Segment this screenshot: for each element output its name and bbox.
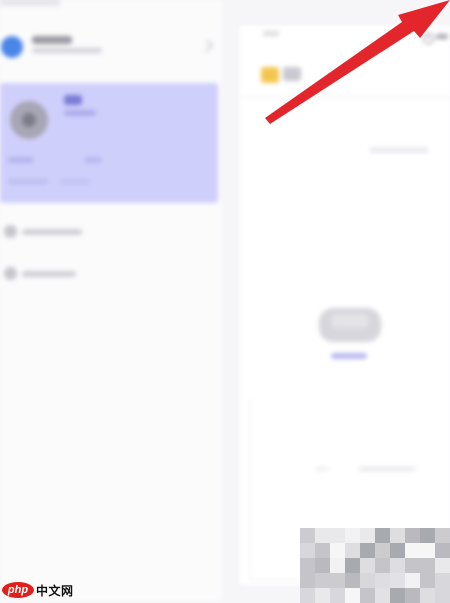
chevron-right-icon bbox=[200, 39, 214, 53]
mosaic-tile bbox=[315, 543, 330, 558]
mosaic-tile bbox=[405, 573, 420, 588]
tools-row[interactable] bbox=[369, 147, 429, 153]
menu-item-label bbox=[22, 271, 76, 277]
mosaic-tile bbox=[420, 558, 435, 573]
card-subtitle bbox=[64, 110, 96, 116]
card-footer-a bbox=[8, 179, 48, 184]
account-avatar bbox=[1, 36, 23, 58]
blurred-screenshot bbox=[0, 0, 450, 601]
mosaic-tile bbox=[435, 528, 450, 543]
history-label[interactable] bbox=[436, 34, 448, 39]
folder-icon bbox=[261, 67, 279, 83]
watermark: php 中文网 bbox=[2, 581, 74, 599]
mosaic-tile bbox=[315, 528, 330, 543]
mosaic-tile bbox=[300, 573, 315, 588]
mosaic-tile bbox=[420, 543, 435, 558]
mosaic-tile bbox=[405, 543, 420, 558]
avatar bbox=[10, 101, 48, 139]
watermark-text: 中文网 bbox=[36, 583, 74, 598]
circle-icon bbox=[4, 225, 17, 238]
top-header-strip bbox=[0, 0, 222, 10]
mosaic-tile bbox=[345, 528, 360, 543]
menu-item-label bbox=[22, 229, 82, 235]
mosaic-tile bbox=[435, 543, 450, 558]
card-title bbox=[64, 95, 82, 105]
menu-item-2[interactable] bbox=[0, 262, 210, 286]
mosaic-tile bbox=[315, 558, 330, 573]
menu-item-1[interactable] bbox=[0, 220, 210, 244]
empty-state-action[interactable] bbox=[331, 353, 367, 359]
selected-card[interactable] bbox=[0, 83, 218, 203]
mosaic-tile bbox=[405, 528, 420, 543]
mosaic-tile bbox=[390, 558, 405, 573]
account-subtitle bbox=[32, 48, 102, 53]
mosaic-tile bbox=[375, 558, 390, 573]
mosaic-tile bbox=[330, 573, 345, 588]
divider bbox=[249, 399, 250, 579]
mosaic-tile bbox=[330, 528, 345, 543]
mosaic-tile bbox=[390, 543, 405, 558]
mosaic-tile bbox=[345, 573, 360, 588]
circle-icon bbox=[4, 267, 17, 280]
folder-label bbox=[283, 67, 301, 81]
footer-hint-a bbox=[315, 467, 329, 471]
mosaic-tile bbox=[375, 528, 390, 543]
mosaic-tile bbox=[330, 558, 345, 573]
pixelated-overlay bbox=[300, 528, 450, 603]
account-name bbox=[32, 36, 72, 44]
mosaic-tile bbox=[300, 543, 315, 558]
mosaic-tile bbox=[375, 543, 390, 558]
mosaic-tile bbox=[360, 573, 375, 588]
mosaic-tile bbox=[330, 543, 345, 558]
mosaic-tile bbox=[360, 543, 375, 558]
clock-icon[interactable] bbox=[423, 33, 434, 44]
mosaic-tile bbox=[405, 558, 420, 573]
empty-state-illustration bbox=[319, 308, 381, 342]
panel-tab-label[interactable] bbox=[263, 31, 279, 36]
mosaic-tile bbox=[300, 528, 315, 543]
divider bbox=[239, 97, 450, 98]
mosaic-tile bbox=[390, 573, 405, 588]
mosaic-tile bbox=[420, 528, 435, 543]
footer-hint-b bbox=[359, 467, 415, 471]
card-footer-b bbox=[60, 179, 90, 184]
card-stat-a bbox=[8, 157, 34, 163]
watermark-badge: php bbox=[2, 582, 34, 598]
mosaic-tile bbox=[315, 573, 330, 588]
avatar-face bbox=[22, 113, 36, 127]
mosaic-tile bbox=[345, 543, 360, 558]
account-row[interactable] bbox=[0, 26, 222, 68]
mosaic-tile bbox=[345, 558, 360, 573]
header-fragment bbox=[0, 0, 60, 6]
mosaic-tile bbox=[390, 528, 405, 543]
right-panel bbox=[238, 24, 450, 585]
mosaic-tile bbox=[435, 558, 450, 573]
mosaic-tile bbox=[360, 558, 375, 573]
mosaic-tile bbox=[360, 528, 375, 543]
mosaic-tile bbox=[435, 573, 450, 588]
mosaic-tile bbox=[300, 558, 315, 573]
card-stat-b bbox=[84, 157, 102, 163]
mosaic-tile bbox=[420, 573, 435, 588]
left-panel bbox=[0, 0, 222, 601]
mosaic-tile bbox=[375, 573, 390, 588]
